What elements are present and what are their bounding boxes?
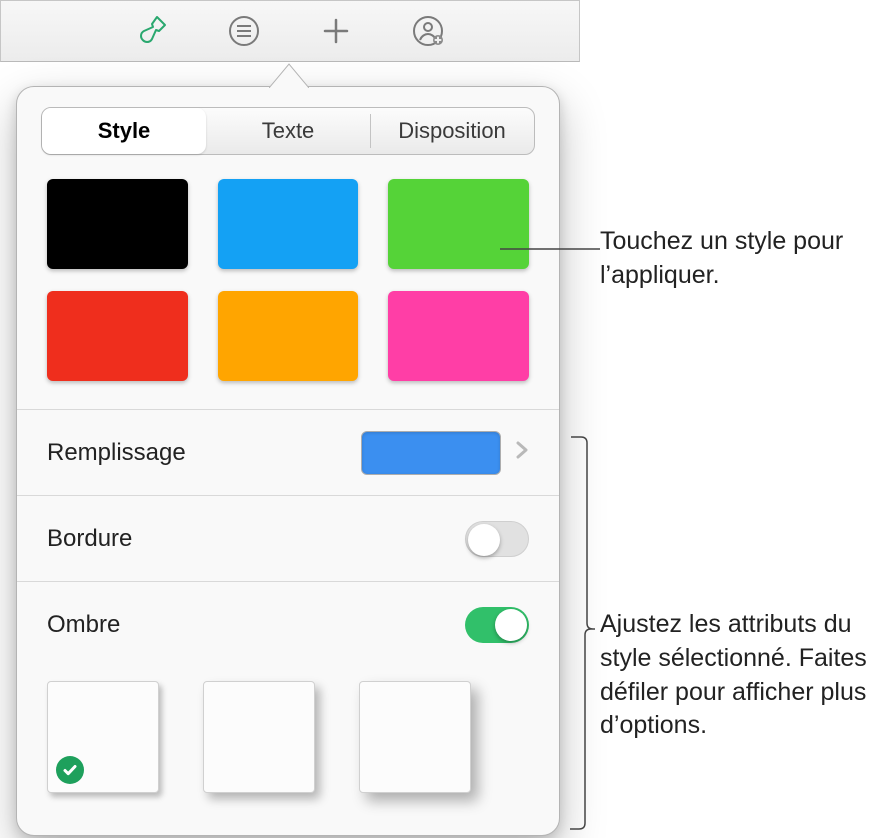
fill-row[interactable]: Remplissage [17, 409, 559, 495]
style-swatch-orange[interactable] [218, 291, 359, 381]
tab-layout[interactable]: Disposition [370, 108, 534, 154]
border-label: Bordure [47, 525, 465, 553]
tab-label: Texte [262, 118, 315, 144]
format-popover: Style Texte Disposition Remplissage Bord… [16, 62, 560, 836]
fill-color-well[interactable] [361, 431, 501, 475]
shadow-preset-2[interactable] [203, 681, 315, 793]
style-swatch-blue[interactable] [218, 179, 359, 269]
tab-label: Style [98, 118, 151, 144]
callout-adjust-attrs: Ajustez les attributs du style sélection… [600, 608, 880, 743]
shadow-presets [17, 667, 559, 793]
plus-icon[interactable] [317, 12, 355, 50]
shadow-preset-3[interactable] [359, 681, 471, 793]
shadow-preset-1[interactable] [47, 681, 159, 793]
checkmark-icon [56, 756, 84, 784]
shadow-label: Ombre [47, 611, 465, 639]
style-swatch-green[interactable] [388, 179, 529, 269]
border-row: Bordure [17, 495, 559, 581]
app-toolbar [0, 0, 580, 62]
shadow-row: Ombre [17, 581, 559, 667]
border-toggle[interactable] [465, 521, 529, 557]
fill-label: Remplissage [47, 439, 361, 467]
shadow-toggle[interactable] [465, 607, 529, 643]
callout-apply-style: Touchez un style pour l’appliquer. [600, 225, 880, 293]
tab-label: Disposition [398, 118, 506, 144]
style-swatch-black[interactable] [47, 179, 188, 269]
style-swatch-red[interactable] [47, 291, 188, 381]
style-swatch-magenta[interactable] [388, 291, 529, 381]
tab-text[interactable]: Texte [206, 108, 370, 154]
list-icon[interactable] [225, 12, 263, 50]
popover-arrow [269, 62, 309, 88]
format-brush-icon[interactable] [133, 12, 171, 50]
chevron-right-icon [515, 440, 529, 466]
tab-style[interactable]: Style [42, 108, 206, 154]
style-swatch-grid [17, 179, 559, 409]
collaborate-icon[interactable] [409, 12, 447, 50]
format-tabs: Style Texte Disposition [41, 107, 535, 155]
